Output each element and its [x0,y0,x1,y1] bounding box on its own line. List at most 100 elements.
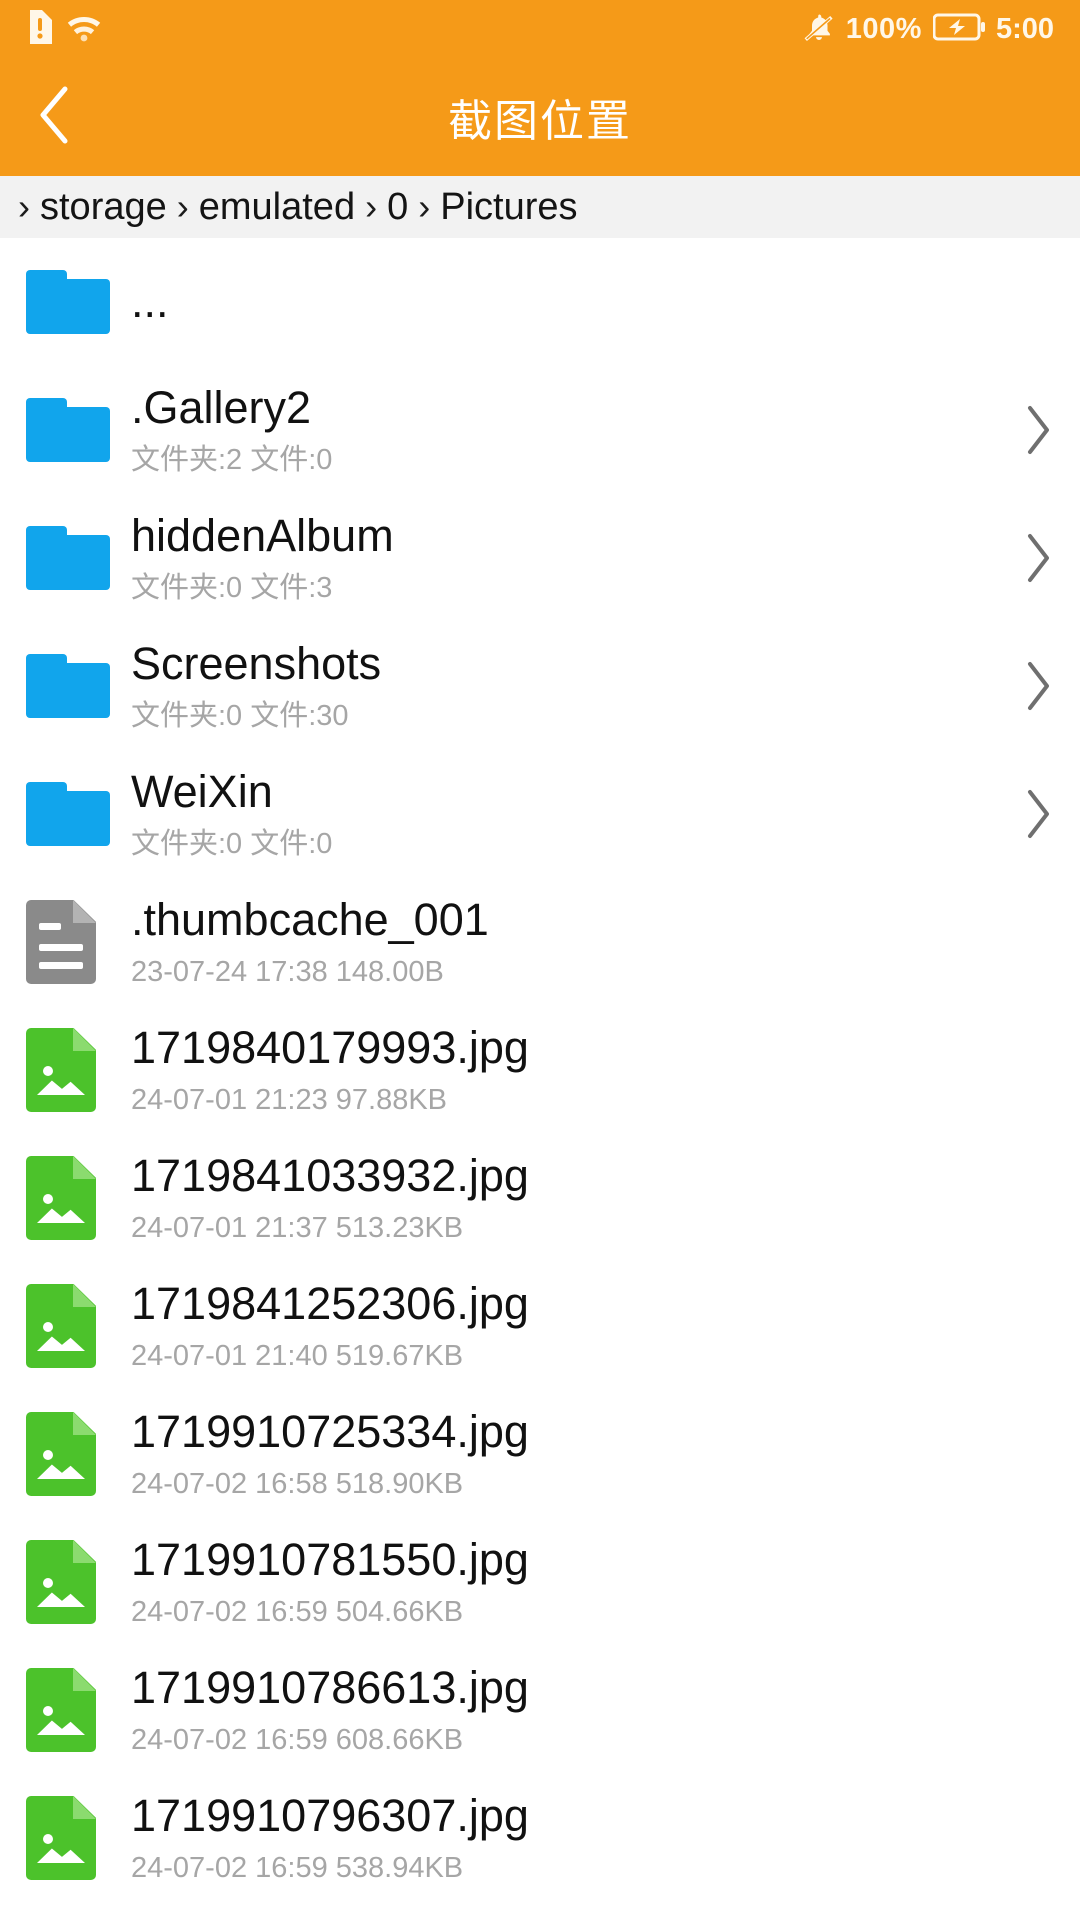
file-meta: 文件夹:0 文件:30 [131,699,349,732]
file-meta: 24-07-02 16:59 608.66KB [131,1723,464,1756]
chevron-right-icon [1021,530,1055,586]
file-text-block: 1719910796307.jpg 24-07-02 16:59 538.94KB [131,1791,996,1885]
folder-icon [26,782,110,846]
file-list-item[interactable]: WeiXin 文件夹:0 文件:0 [0,750,1080,878]
bell-muted-icon [803,11,835,48]
file-list-item[interactable]: 1719910786613.jpg 24-07-02 16:59 608.66KB [0,1646,1080,1774]
breadcrumb-separator-icon: › [365,186,378,227]
file-name: 1719910786613.jpg [131,1663,529,1714]
file-text-block: hiddenAlbum 文件夹:0 文件:3 [131,511,996,605]
folder-icon [26,270,110,334]
file-text-block: 1719910786613.jpg 24-07-02 16:59 608.66KB [131,1663,996,1757]
file-text-block: 1719841252306.jpg 24-07-01 21:40 519.67KB [131,1279,996,1373]
file-name: 1719841252306.jpg [131,1279,529,1330]
app-bar: 截图位置 [0,58,1080,176]
back-chevron-icon [35,83,75,152]
folder-icon [26,654,110,718]
breadcrumb-item-pictures[interactable]: Pictures [436,186,581,229]
file-list-item[interactable]: .Gallery2 文件夹:2 文件:0 [0,366,1080,494]
breadcrumb-item-emulated[interactable]: emulated [195,186,359,229]
open-folder-button[interactable] [996,530,1080,586]
battery-percent-label: 100% [845,12,922,45]
chevron-right-icon [1021,658,1055,714]
file-text-block: .Gallery2 文件夹:2 文件:0 [131,383,996,477]
file-name: 1719910725334.jpg [131,1407,529,1458]
breadcrumb[interactable]: › storage › emulated › 0 › Pictures [0,176,1080,238]
file-icon-wrapper [26,1284,131,1368]
battery-charging-icon [932,13,985,46]
file-list-item[interactable]: 1719841033932.jpg 24-07-01 21:37 513.23KB [0,1134,1080,1262]
file-text-block: Screenshots 文件夹:0 文件:30 [131,639,996,733]
chevron-right-icon [1021,786,1055,842]
file-meta: 24-07-02 16:58 518.90KB [131,1467,464,1500]
status-bar-right-icons: 100% 5:00 [803,11,1054,48]
file-icon-wrapper [26,270,131,334]
file-icon-wrapper [26,782,131,846]
file-list-item[interactable]: 1719910725334.jpg 24-07-02 16:58 518.90KB [0,1390,1080,1518]
back-button[interactable] [0,58,110,176]
folder-icon [26,526,110,590]
file-meta: 24-07-02 16:59 538.94KB [131,1851,464,1884]
breadcrumb-item-0[interactable]: 0 [383,186,412,229]
file-manager-screen: 100% 5:00 截图位置 › storage › emulated › 0 … [0,0,1080,1920]
file-list-item[interactable]: ... [0,238,1080,366]
status-bar-left-icons [26,9,102,49]
file-name: 1719910781550.jpg [131,1535,529,1586]
image-file-icon [26,1412,96,1496]
image-file-icon [26,1028,96,1112]
file-icon-wrapper [26,1412,131,1496]
file-meta: 24-07-02 16:59 504.66KB [131,1595,464,1628]
file-list-item[interactable]: 1719840179993.jpg 24-07-01 21:23 97.88KB [0,1006,1080,1134]
file-text-block: .thumbcache_001 23-07-24 17:38 148.00B [131,895,996,989]
file-meta: 24-07-01 21:40 519.67KB [131,1339,464,1372]
file-icon-wrapper [26,1540,131,1624]
file-text-block: ... [131,277,996,327]
image-file-icon [26,1284,96,1368]
open-folder-button[interactable] [996,786,1080,842]
breadcrumb-separator-icon: › [18,186,30,227]
chevron-right-icon [1021,402,1055,458]
file-text-block: 1719910781550.jpg 24-07-02 16:59 504.66KB [131,1535,996,1629]
file-list-item[interactable]: 1719910781550.jpg 24-07-02 16:59 504.66KB [0,1518,1080,1646]
file-name: WeiXin [131,767,273,818]
file-meta: 24-07-01 21:37 513.23KB [131,1211,464,1244]
file-name: ... [131,276,169,327]
file-icon-wrapper [26,1796,131,1880]
file-icon-wrapper [26,900,131,984]
file-name: 1719840179993.jpg [131,1023,529,1074]
file-list-item[interactable]: .thumbcache_001 23-07-24 17:38 148.00B [0,878,1080,1006]
file-list-item[interactable]: hiddenAlbum 文件夹:0 文件:3 [0,494,1080,622]
status-bar: 100% 5:00 [0,0,1080,58]
image-file-icon [26,1156,96,1240]
page-title: 截图位置 [448,97,632,146]
file-text-block: WeiXin 文件夹:0 文件:0 [131,767,996,861]
file-meta: 文件夹:0 文件:3 [131,571,333,604]
wifi-icon [66,12,102,47]
breadcrumb-separator-icon: › [418,186,431,227]
file-name: 1719841033932.jpg [131,1151,529,1202]
file-icon-wrapper [26,1028,131,1112]
file-meta: 文件夹:2 文件:0 [131,443,333,476]
file-icon-wrapper [26,1668,131,1752]
file-icon-wrapper [26,654,131,718]
file-list[interactable]: ... .Gallery2 文件夹:2 文件:0 hiddenAlbum 文件夹:0 文… [0,238,1080,1920]
file-name: hiddenAlbum [131,511,394,562]
file-text-block: 1719840179993.jpg 24-07-01 21:23 97.88KB [131,1023,996,1117]
file-icon-wrapper [26,1156,131,1240]
folder-icon [26,398,110,462]
file-name: .thumbcache_001 [131,895,489,946]
file-name: .Gallery2 [131,383,312,434]
file-icon-wrapper [26,526,131,590]
open-folder-button[interactable] [996,658,1080,714]
image-file-icon [26,1540,96,1624]
clock-label: 5:00 [995,12,1054,45]
file-meta: 文件夹:0 文件:0 [131,827,333,860]
file-list-item[interactable]: 1719910796307.jpg 24-07-02 16:59 538.94KB [0,1774,1080,1902]
file-name: Screenshots [131,639,382,690]
file-list-item[interactable]: Screenshots 文件夹:0 文件:30 [0,622,1080,750]
breadcrumb-separator-icon: › [176,186,189,227]
breadcrumb-item-storage[interactable]: storage [36,186,171,229]
file-list-item[interactable]: 1719841252306.jpg 24-07-01 21:40 519.67KB [0,1262,1080,1390]
open-folder-button[interactable] [996,402,1080,458]
file-text-block: 1719841033932.jpg 24-07-01 21:37 513.23KB [131,1151,996,1245]
